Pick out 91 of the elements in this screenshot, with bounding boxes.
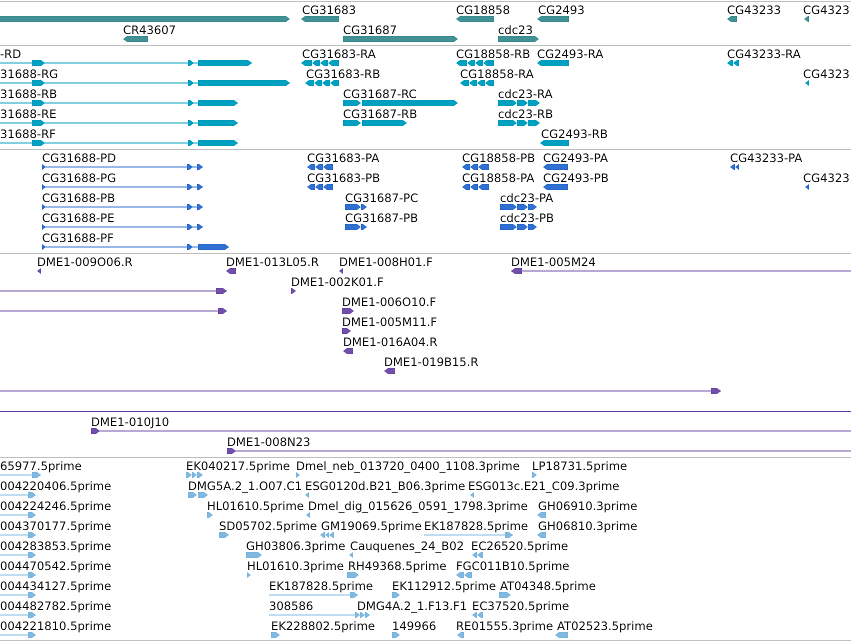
feature-label: CG31688-PD bbox=[42, 152, 116, 164]
feature-label: DME1-013L05.R bbox=[226, 256, 319, 268]
feature-label: CG31683-PA bbox=[307, 152, 380, 164]
feature-label: HL01610.3prime bbox=[247, 560, 344, 572]
feature-label: Dmel_dig_015626_0591_1798.3prime bbox=[308, 500, 528, 512]
feature-label: CG2493-PA bbox=[543, 152, 608, 164]
feature-label: CG31687-RB bbox=[343, 108, 418, 120]
feature-label: 004434127.5prime bbox=[0, 580, 112, 592]
feature-label: 004370177.5prime bbox=[0, 520, 112, 532]
feature-label: DME1-005M24 bbox=[511, 256, 596, 268]
feature-label: EC37520.5prime bbox=[472, 600, 570, 612]
feature-label: 31688-RB bbox=[0, 88, 58, 100]
feature-label: cdc23-PA bbox=[500, 192, 554, 204]
feature-label: 149966 bbox=[392, 620, 436, 632]
feature-label: 004283853.5prime bbox=[0, 540, 112, 552]
feature-label: 004221810.5prime bbox=[0, 620, 112, 632]
feature-label: CG31688-PE bbox=[42, 212, 114, 224]
feature-label: CG18858-PB bbox=[462, 152, 536, 164]
feature-label: AT04348.5prime bbox=[500, 580, 596, 592]
feature-label: RE01555.3prime bbox=[456, 620, 554, 632]
feature-label: HL01610.5prime bbox=[207, 500, 304, 512]
feature-label: cdc23 bbox=[498, 24, 533, 36]
feature-label: CR43607 bbox=[123, 24, 176, 36]
feature-label: GM19069.5prime bbox=[321, 520, 422, 532]
feature-label: 308586 bbox=[269, 600, 314, 612]
feature-label: GH03806.3prime bbox=[246, 540, 346, 552]
feature-label: CG31688-PB bbox=[42, 192, 116, 204]
feature-label: GH06910.3prime bbox=[538, 500, 638, 512]
feature-label: -RD bbox=[0, 48, 22, 60]
feature-label: CG4323 bbox=[803, 4, 850, 16]
feature-label: CG2493-RB bbox=[541, 128, 608, 140]
feature-label: CG2493 bbox=[538, 4, 585, 16]
feature-label: EK112912.5prime bbox=[392, 580, 496, 592]
feature-label: 004470542.5prime bbox=[0, 560, 112, 572]
feature-label: ESG0120d.B21_B06.3prime bbox=[305, 480, 466, 492]
feature-label: 65977.5prime bbox=[0, 460, 82, 472]
feature-label: EC26520.5prime bbox=[471, 540, 568, 552]
feature-label: DME1-002K01.F bbox=[291, 276, 384, 288]
feature-label: 31688-RG bbox=[0, 68, 58, 80]
feature-label: DME1-010J10 bbox=[91, 416, 170, 428]
feature-label: 004482782.5prime bbox=[0, 600, 112, 612]
feature-label: CG31683 bbox=[302, 4, 356, 16]
feature-label: CG4323 bbox=[803, 172, 850, 184]
feature-label: 004220406.5prime bbox=[0, 480, 112, 492]
feature-label: cdc23-PB bbox=[500, 212, 554, 224]
feature-label: DME1-005M11.F bbox=[342, 316, 438, 328]
feature-label: DME1-008N23 bbox=[227, 436, 310, 448]
feature-label: CG43233-RA bbox=[727, 48, 801, 60]
feature-label: EK187828.5prime bbox=[424, 520, 528, 532]
feature-label: DME1-008H01.F bbox=[339, 256, 433, 268]
feature-label: GH06810.3prime bbox=[538, 520, 638, 532]
feature-label: AT02523.5prime bbox=[557, 620, 653, 632]
feature-label: CG2493-RA bbox=[537, 48, 604, 60]
feature-label: CG31687-PC bbox=[345, 192, 418, 204]
feature-label: CG2493-PB bbox=[543, 172, 609, 184]
feature-label: CG43233-PA bbox=[730, 152, 802, 164]
feature-label: CG43233 bbox=[727, 4, 781, 16]
feature-label: DMG4A.2_1.F13.F1 bbox=[357, 600, 468, 612]
feature-label: CG31688-PG bbox=[42, 172, 116, 184]
feature-label: CG18858-PA bbox=[462, 172, 534, 184]
feature-label: CG31683-PB bbox=[307, 172, 380, 184]
feature-label: 004224246.5prime bbox=[0, 500, 112, 512]
feature-label: LP18731.5prime bbox=[532, 460, 628, 472]
feature-label: cdc23-RB bbox=[498, 108, 554, 120]
feature-label: CG18858 bbox=[456, 4, 510, 16]
feature-label: EK040217.5prime bbox=[186, 460, 290, 472]
feature-label: SD05702.5prime bbox=[219, 520, 318, 532]
feature-label: ESG013c.E21_C09.3prime bbox=[468, 480, 620, 492]
feature-label: CG31683-RA bbox=[302, 48, 376, 60]
feature-label: DME1-006O10.F bbox=[342, 296, 436, 308]
feature-label: FGC011B10.5prime bbox=[456, 560, 570, 572]
feature-label: DME1-019B15.R bbox=[384, 356, 478, 368]
feature-label: 31688-RF bbox=[0, 128, 56, 140]
feature-label: CG18858-RA bbox=[460, 68, 534, 80]
feature-label: CG31683-RB bbox=[306, 68, 380, 80]
feature-label: cdc23-RA bbox=[498, 88, 553, 100]
feature-label: CG18858-RB bbox=[456, 48, 530, 60]
feature-label: EK187828.5prime bbox=[269, 580, 374, 592]
feature-label: 31688-RE bbox=[0, 108, 56, 120]
feature-label: DME1-009O06.R bbox=[37, 256, 133, 268]
feature-label: DME1-016A04.R bbox=[343, 336, 438, 348]
feature-label: CG4323 bbox=[803, 68, 850, 80]
feature-label: CG31687-RC bbox=[343, 88, 417, 100]
feature-label: DMG5A.2_1.O07.C1 bbox=[188, 480, 302, 492]
feature-label: Dmel_neb_013720_0400_1108.3prime bbox=[296, 460, 520, 472]
feature-label: CG31688-PF bbox=[42, 232, 114, 244]
feature-label: Cauquenes_24_B02 bbox=[350, 540, 464, 552]
feature-label: RH49368.5prime bbox=[348, 560, 446, 572]
feature-label: CG31687-PB bbox=[345, 212, 418, 224]
feature-label: EK228802.5prime bbox=[271, 620, 376, 632]
feature-label: CG31687 bbox=[343, 24, 397, 36]
